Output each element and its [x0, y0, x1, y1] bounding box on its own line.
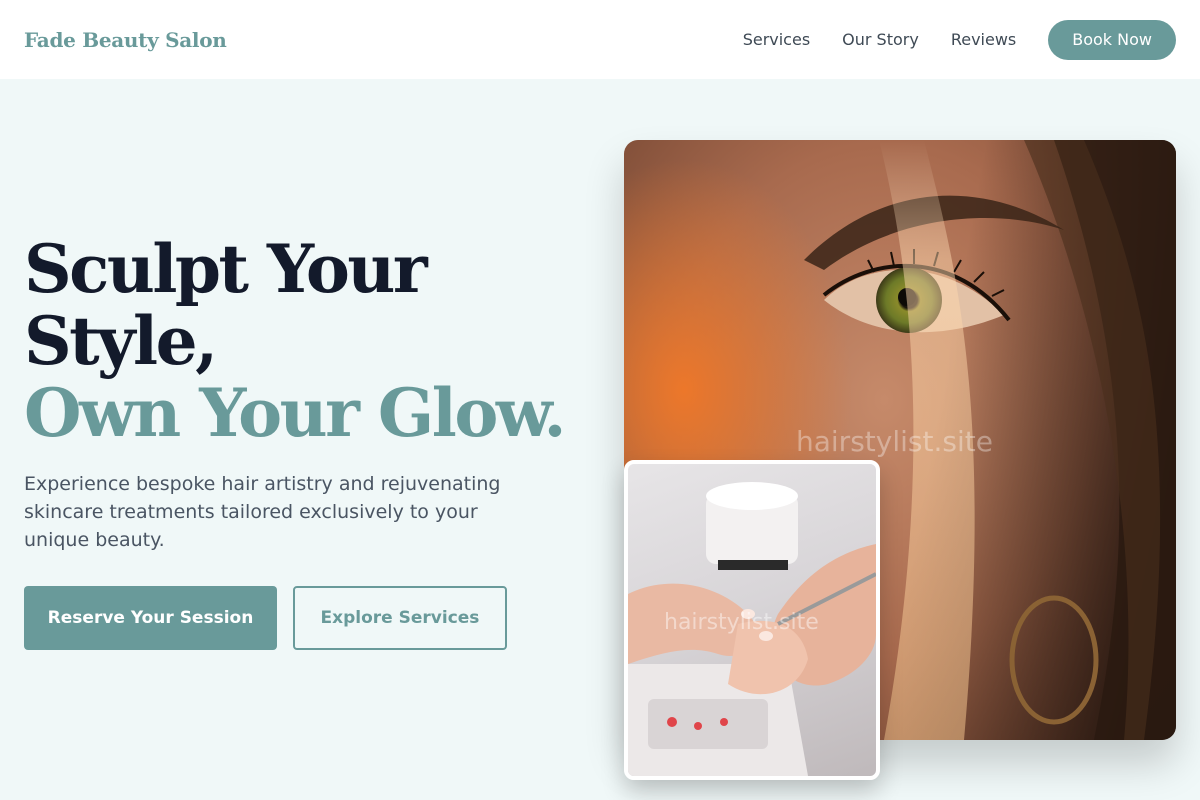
main-nav: Services Our Story Reviews Book Now — [743, 19, 1176, 60]
nav-link-services[interactable]: Services — [743, 30, 810, 49]
explore-services-button[interactable]: Explore Services — [293, 586, 507, 650]
hero-title-line-2: Style, — [24, 302, 218, 380]
brand-logo[interactable]: Fade Beauty Salon — [24, 28, 227, 52]
hero-title-line-1: Sculpt Your — [24, 230, 428, 308]
hero-title-line-3: Own Your Glow. — [24, 374, 567, 452]
book-now-button[interactable]: Book Now — [1048, 19, 1176, 60]
site-header: Fade Beauty Salon Services Our Story Rev… — [0, 0, 1200, 79]
hero-title: Sculpt Your Style, Own Your Glow. — [24, 230, 567, 452]
hero-inset-image: hairstylist.site — [624, 460, 880, 780]
nav-link-our-story[interactable]: Our Story — [842, 30, 919, 49]
hero-subtitle: Experience bespoke hair artistry and rej… — [24, 473, 501, 551]
reserve-session-button[interactable]: Reserve Your Session — [24, 586, 277, 650]
nav-link-reviews[interactable]: Reviews — [951, 30, 1016, 49]
manicure-illustration — [628, 482, 876, 776]
